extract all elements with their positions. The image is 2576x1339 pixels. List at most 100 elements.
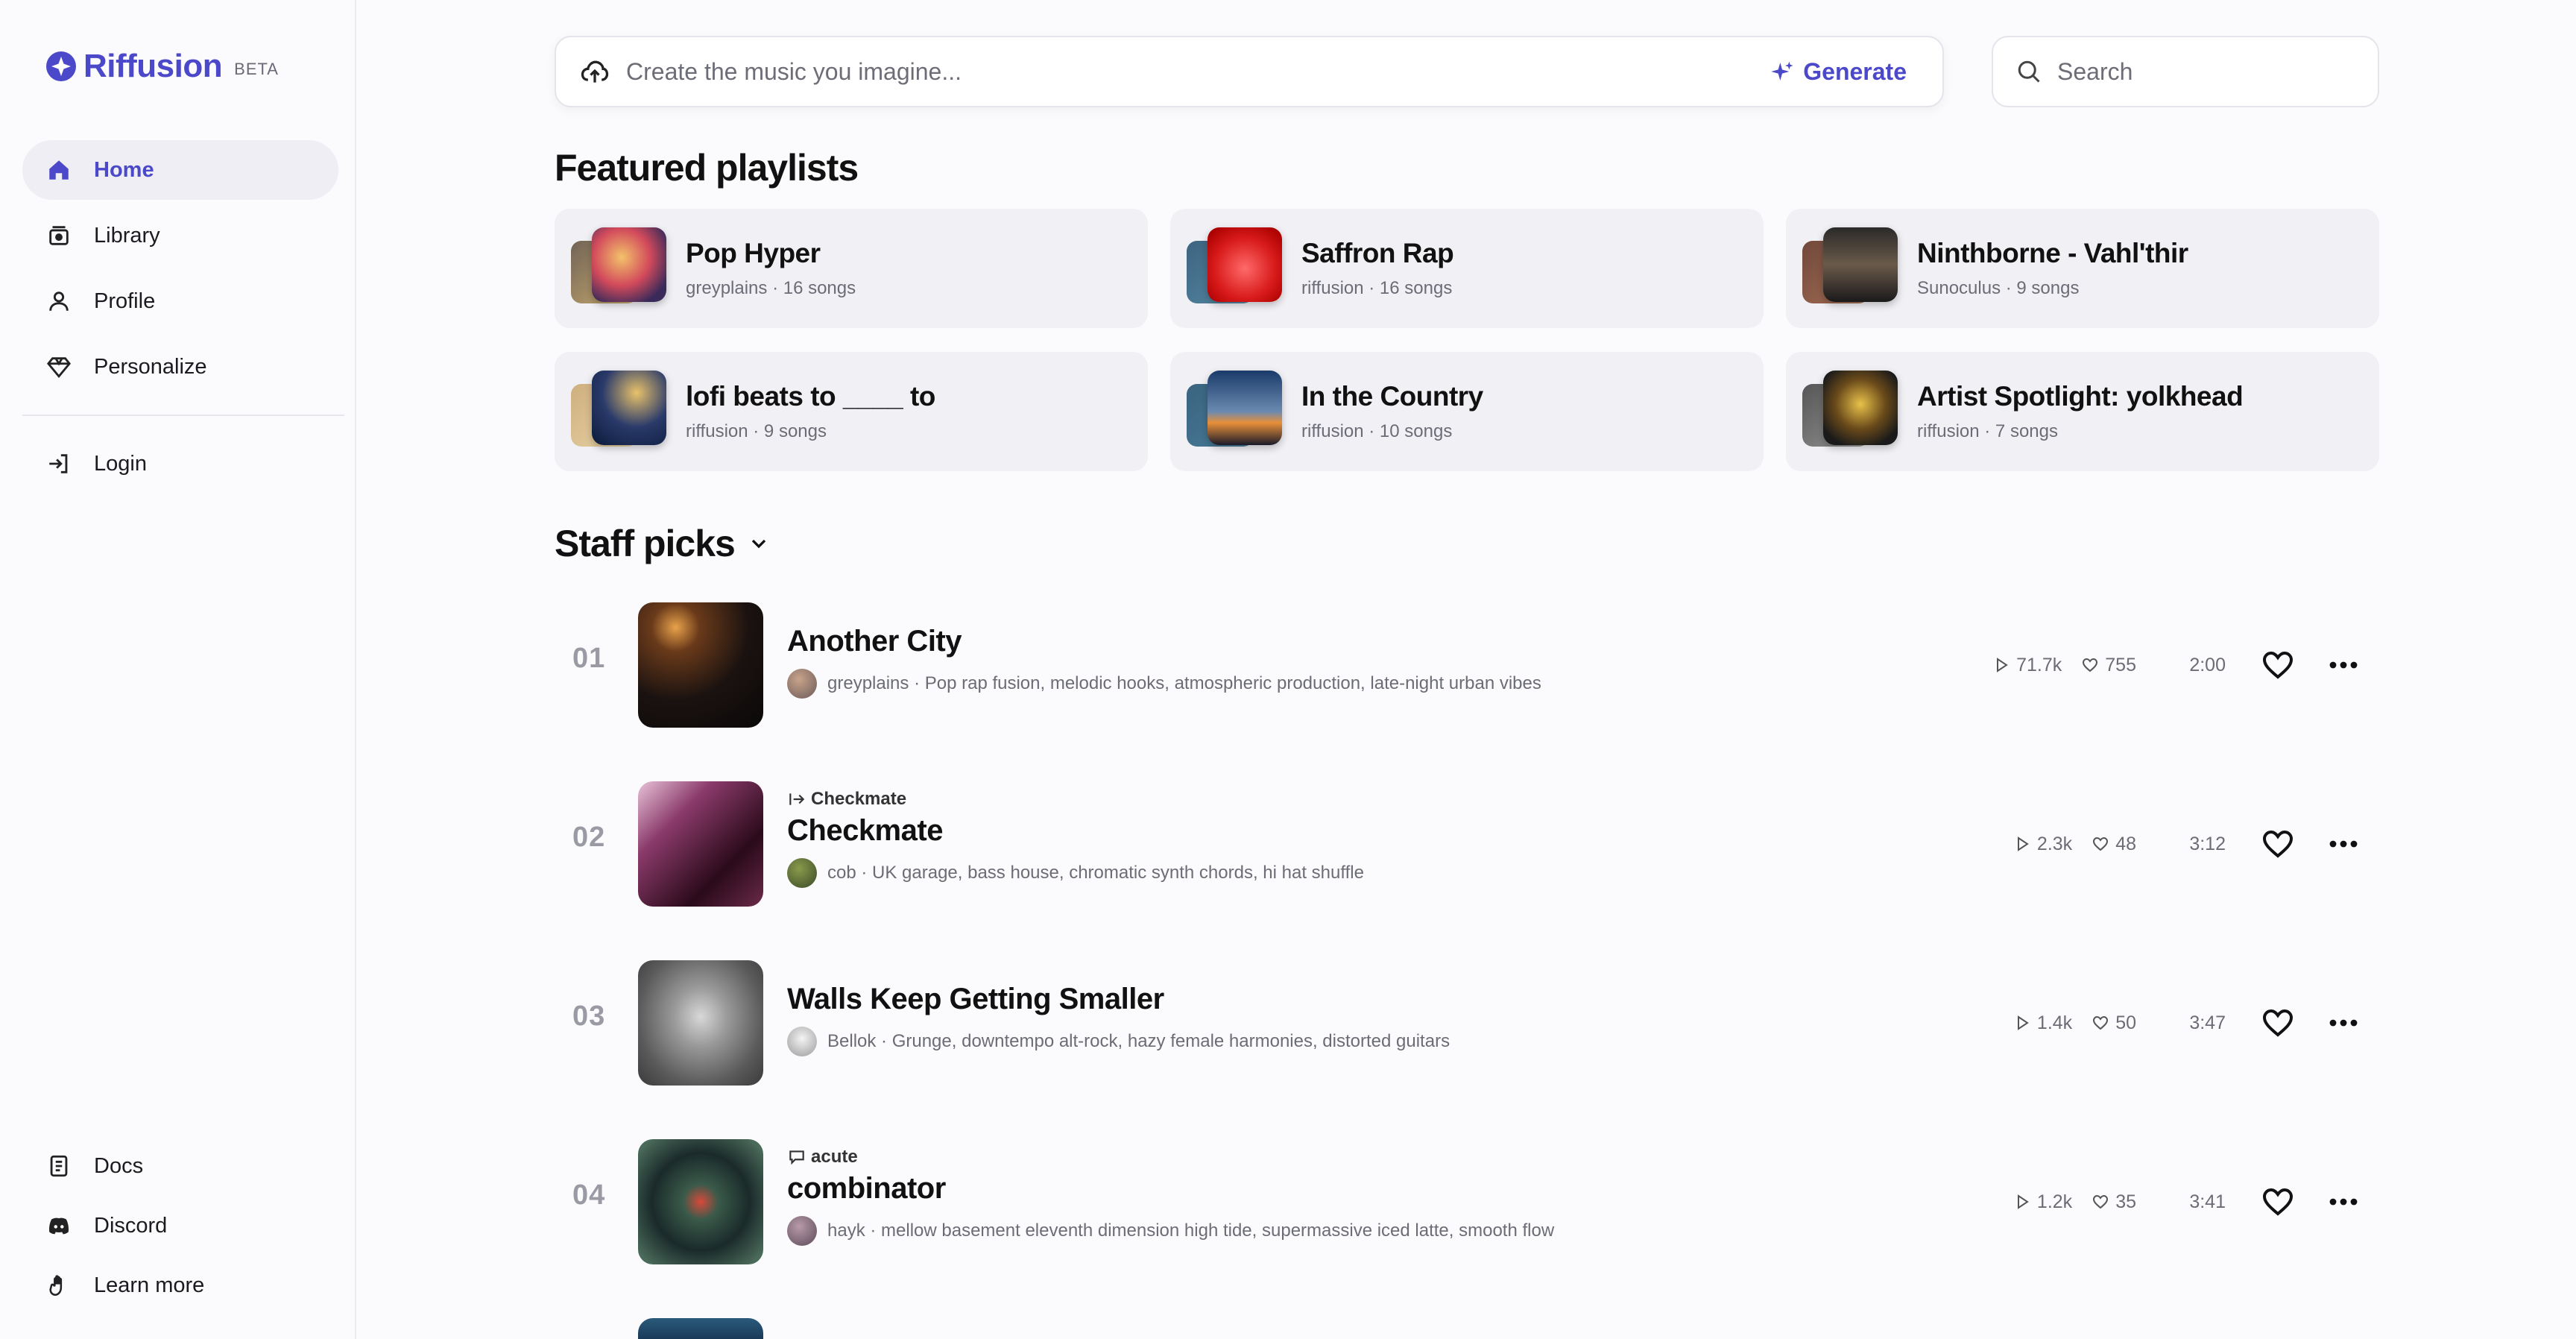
- track-art-partial[interactable]: [638, 1318, 763, 1339]
- user-icon: [49, 292, 69, 311]
- more-options-icon[interactable]: [2326, 647, 2361, 683]
- play-icon: [1997, 658, 2008, 672]
- like-count: 48: [2092, 834, 2136, 855]
- track-info: Another City greyplains · Pop rap fusion…: [787, 625, 1541, 699]
- playlist-name: Saffron Rap: [1301, 238, 1454, 268]
- track-stats: 1.2k 35 3:41: [2013, 1179, 2379, 1224]
- sidebar-item-label: Discord: [94, 1213, 168, 1238]
- chat-icon: [789, 1150, 804, 1165]
- sidebar-item-label: Home: [94, 157, 154, 182]
- track-art[interactable]: [638, 602, 763, 728]
- track-row[interactable]: 01 Another City greyplains · Pop rap fus…: [555, 602, 2379, 728]
- track-row[interactable]: 03 Walls Keep Getting Smaller Bellok · G…: [555, 960, 2379, 1086]
- playlist-name: Artist Spotlight: yolkhead: [1917, 381, 2244, 412]
- play-count-value: 2.3k: [2036, 833, 2073, 854]
- avatar[interactable]: [787, 1027, 817, 1056]
- playlist-card[interactable]: lofi beats to ____ to riffusion · 9 song…: [555, 352, 1148, 471]
- playlist-name: lofi beats to ____ to: [686, 381, 935, 412]
- track-artist[interactable]: cob: [827, 863, 856, 883]
- sidebar-item-library[interactable]: Library: [22, 206, 338, 265]
- sidebar-item-docs[interactable]: Docs: [22, 1136, 338, 1196]
- track-row[interactable]: 02 Checkmate Checkmate cob · UK garage, …: [555, 781, 2379, 907]
- playlist-meta: greyplains · 16 songs: [686, 278, 856, 298]
- playlist-card[interactable]: Pop Hyper greyplains · 16 songs: [555, 209, 1148, 328]
- home-icon: [49, 160, 69, 180]
- like-heart-icon[interactable]: [2260, 1184, 2296, 1220]
- prompt-input[interactable]: [626, 57, 1771, 86]
- featured-title: Featured playlists: [555, 146, 859, 189]
- like-heart-icon[interactable]: [2260, 1005, 2296, 1041]
- generate-label: Generate: [1803, 57, 1907, 85]
- search-input[interactable]: [2057, 57, 2340, 86]
- playlist-card[interactable]: Saffron Rap riffusion · 16 songs: [1170, 209, 1764, 328]
- track-row[interactable]: 04 acute combinator hayk · mellow baseme…: [555, 1139, 2379, 1264]
- library-icon: [49, 226, 69, 245]
- app-root: Riffusion BETA Home Library Profile Pers…: [0, 0, 2576, 1339]
- gem-icon: [47, 357, 71, 378]
- track-artist[interactable]: Bellok: [827, 1031, 876, 1052]
- track-title[interactable]: combinator: [787, 1172, 1554, 1206]
- track-title[interactable]: Walls Keep Getting Smaller: [787, 983, 1450, 1016]
- sidebar-item-home[interactable]: Home: [22, 140, 338, 200]
- playlist-card[interactable]: Artist Spotlight: yolkhead riffusion · 7…: [1786, 352, 2379, 471]
- track-art[interactable]: [638, 1139, 763, 1264]
- playlist-art: [571, 227, 675, 309]
- track-artist[interactable]: hayk: [827, 1220, 865, 1241]
- playlist-art: [1187, 371, 1291, 453]
- more-options-icon[interactable]: [2326, 1184, 2361, 1220]
- track-art[interactable]: [638, 960, 763, 1086]
- remix-badge[interactable]: Checkmate: [787, 789, 1364, 810]
- track-subtitle: greyplains · Pop rap fusion, melodic hoo…: [787, 669, 1541, 699]
- playlist-meta: Sunoculus · 9 songs: [1917, 278, 2080, 298]
- like-count: 755: [2081, 655, 2136, 676]
- like-count-value: 50: [2115, 1012, 2136, 1033]
- sidebar-item-discord[interactable]: Discord: [22, 1196, 338, 1255]
- sidebar-item-login[interactable]: Login: [22, 434, 338, 494]
- playlist-card[interactable]: Ninthborne - Vahl'thir Sunoculus · 9 son…: [1786, 209, 2379, 328]
- playlist-art: [1802, 227, 1907, 309]
- track-number: 04: [572, 1179, 606, 1211]
- playlist-meta: riffusion · 7 songs: [1917, 421, 2058, 441]
- playlist-card[interactable]: In the Country riffusion · 10 songs: [1170, 352, 1764, 471]
- like-heart-icon[interactable]: [2260, 826, 2296, 862]
- doc-icon: [50, 1155, 68, 1177]
- sidebar-item-personalize[interactable]: Personalize: [22, 337, 338, 397]
- more-options-icon[interactable]: [2326, 1005, 2361, 1041]
- login-icon: [49, 454, 68, 473]
- playlist-meta: riffusion · 9 songs: [686, 421, 827, 441]
- avatar[interactable]: [787, 858, 817, 888]
- like-count: 50: [2092, 1012, 2136, 1034]
- like-heart-icon[interactable]: [2260, 647, 2296, 683]
- playlist-name: In the Country: [1301, 381, 1483, 412]
- avatar[interactable]: [787, 1216, 817, 1246]
- track-artist[interactable]: greyplains: [827, 673, 909, 694]
- sidebar-item-profile[interactable]: Profile: [22, 271, 338, 331]
- remix-badge[interactable]: acute: [787, 1147, 1554, 1168]
- separator: ·: [909, 673, 925, 693]
- play-count: 1.4k: [2013, 1012, 2072, 1034]
- track-stats: 71.7k 755 2:00: [1992, 643, 2379, 687]
- remix-badge-label: Checkmate: [811, 789, 907, 809]
- logo[interactable]: Riffusion BETA: [45, 48, 279, 85]
- track-info: Walls Keep Getting Smaller Bellok · Grun…: [787, 983, 1450, 1056]
- avatar[interactable]: [787, 669, 817, 699]
- staff-picks-dropdown[interactable]: Staff picks: [555, 522, 771, 565]
- separator: ·: [865, 1220, 882, 1241]
- track-subtitle: Bellok · Grunge, downtempo alt-rock, haz…: [787, 1027, 1450, 1056]
- track-stats: 2.3k 48 3:12: [2013, 822, 2379, 866]
- play-count-value: 1.4k: [2036, 1012, 2073, 1033]
- cloud-upload-icon[interactable]: [578, 55, 611, 88]
- sidebar-item-learn-more[interactable]: Learn more: [22, 1255, 338, 1315]
- more-options-icon[interactable]: [2326, 826, 2361, 862]
- track-description: Pop rap fusion, melodic hooks, atmospher…: [924, 673, 1541, 693]
- sidebar: Riffusion BETA Home Library Profile Pers…: [0, 0, 356, 1339]
- playlist-art: [571, 371, 675, 453]
- track-description: Grunge, downtempo alt-rock, hazy female …: [891, 1031, 1450, 1051]
- track-art[interactable]: [638, 781, 763, 907]
- track-number: 01: [572, 643, 606, 674]
- track-title[interactable]: Checkmate: [787, 814, 1364, 848]
- play-count-value: 1.2k: [2036, 1191, 2073, 1212]
- track-title[interactable]: Another City: [787, 625, 1541, 658]
- generate-button[interactable]: Generate: [1770, 58, 1907, 86]
- sparkle-icon: [1771, 61, 1793, 81]
